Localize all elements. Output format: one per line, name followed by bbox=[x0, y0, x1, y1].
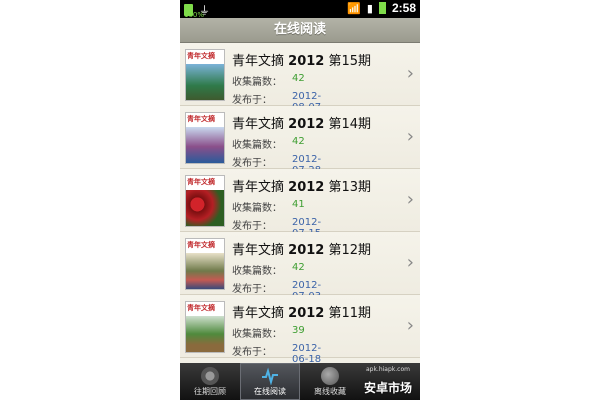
battery-full-icon bbox=[378, 2, 386, 14]
cover-masthead: 青年文摘 bbox=[187, 115, 215, 123]
issue-title: 青年文摘 2012 第12期 bbox=[232, 243, 372, 258]
list-item[interactable]: 青年文摘 青年文摘 2012 第12期 收集篇数：42 发布于：2012-07-… bbox=[180, 232, 420, 302]
count-value: 39 bbox=[292, 325, 305, 336]
count-value: 42 bbox=[292, 262, 305, 273]
date-value: 2012-06-18 bbox=[292, 343, 322, 363]
cover-masthead: 青年文摘 bbox=[187, 304, 215, 312]
watermark-area: apk.hiapk.com 安卓市场 bbox=[360, 363, 420, 400]
cover-thumbnail: 青年文摘 bbox=[185, 238, 225, 290]
date-label: 发布于： bbox=[232, 347, 272, 358]
date-label: 发布于： bbox=[232, 284, 272, 295]
date-label: 发布于： bbox=[232, 221, 272, 232]
tab-bar: 往期回顾 在线阅读 离线收藏 apk.hiapk.com 安卓市场 bbox=[180, 363, 420, 400]
cover-art bbox=[186, 316, 224, 352]
tab-offline-favorites[interactable]: 离线收藏 bbox=[300, 363, 360, 400]
issue-title: 青年文摘 2012 第14期 bbox=[232, 117, 372, 132]
date-label: 发布于： bbox=[232, 158, 272, 169]
cover-art bbox=[186, 127, 224, 163]
tab-label: 在线阅读 bbox=[254, 387, 286, 396]
list-item[interactable]: 青年文摘 青年文摘 2012 第13期 收集篇数：41 发布于：2012-07-… bbox=[180, 169, 420, 239]
count-label: 收集篇数： bbox=[232, 266, 282, 277]
count-label: 收集篇数： bbox=[232, 329, 282, 340]
issue-title: 青年文摘 2012 第13期 bbox=[232, 180, 372, 195]
page-title: 在线阅读 bbox=[180, 18, 420, 43]
signal-icon: ▮ bbox=[366, 1, 373, 15]
count-value: 42 bbox=[292, 136, 305, 147]
clock: 2:58 bbox=[391, 1, 416, 15]
globe-icon bbox=[321, 367, 339, 385]
date-label: 发布于： bbox=[232, 95, 272, 106]
cover-art bbox=[186, 190, 224, 226]
list-item[interactable]: 青年文摘 青年文摘 2012 第11期 收集篇数： 39 发布于： 2012-06-… bbox=[180, 295, 420, 363]
count-label: 收集篇数： bbox=[232, 140, 282, 151]
cover-masthead: 青年文摘 bbox=[187, 241, 215, 249]
tab-history[interactable]: 往期回顾 bbox=[180, 363, 240, 400]
list-item[interactable]: 青年文摘 青年文摘 2012 第14期 收集篇数：42 发布于：2012-07-… bbox=[180, 106, 420, 176]
cover-art bbox=[186, 64, 224, 100]
chevron-right-icon: › bbox=[406, 126, 414, 147]
history-icon bbox=[201, 367, 219, 385]
tab-label: 离线收藏 bbox=[314, 387, 346, 396]
issue-title: 青年文摘 2012 第15期 bbox=[232, 54, 372, 69]
watermark: 安卓市场 bbox=[363, 381, 412, 395]
tab-label: 往期回顾 bbox=[194, 387, 226, 396]
cover-thumbnail: 青年文摘 bbox=[185, 112, 225, 164]
status-bar: ⏚ 📶 ▮ 2:58 100% bbox=[180, 0, 420, 19]
issue-title: 青年文摘 2012 第11期 bbox=[232, 306, 372, 321]
cover-thumbnail: 青年文摘 bbox=[185, 49, 225, 101]
wifi-icon: 📶 bbox=[347, 1, 361, 15]
list-item[interactable]: 青年文摘 青年文摘 2012 第15期 收集篇数：42 发布于：2012-08-… bbox=[180, 43, 420, 113]
issue-list: 青年文摘 青年文摘 2012 第15期 收集篇数：42 发布于：2012-08-… bbox=[180, 43, 420, 363]
chevron-right-icon: › bbox=[406, 315, 414, 336]
watermark-url: apk.hiapk.com bbox=[365, 366, 410, 373]
count-value: 41 bbox=[292, 199, 305, 210]
cover-thumbnail: 青年文摘 bbox=[185, 301, 225, 353]
cover-masthead: 青年文摘 bbox=[187, 52, 215, 60]
chevron-right-icon: › bbox=[406, 63, 414, 84]
cover-art bbox=[186, 253, 224, 289]
chevron-right-icon: › bbox=[406, 252, 414, 273]
pulse-icon bbox=[262, 367, 278, 385]
cover-masthead: 青年文摘 bbox=[187, 178, 215, 186]
count-label: 收集篇数： bbox=[232, 203, 282, 214]
chevron-right-icon: › bbox=[406, 189, 414, 210]
tab-online-reading[interactable]: 在线阅读 bbox=[240, 363, 300, 400]
cover-thumbnail: 青年文摘 bbox=[185, 175, 225, 227]
phone-screen: ⏚ 📶 ▮ 2:58 100% 在线阅读 青年文摘 青年文摘 2012 第15期… bbox=[180, 0, 420, 400]
count-label: 收集篇数： bbox=[232, 77, 282, 88]
count-value: 42 bbox=[292, 73, 305, 84]
